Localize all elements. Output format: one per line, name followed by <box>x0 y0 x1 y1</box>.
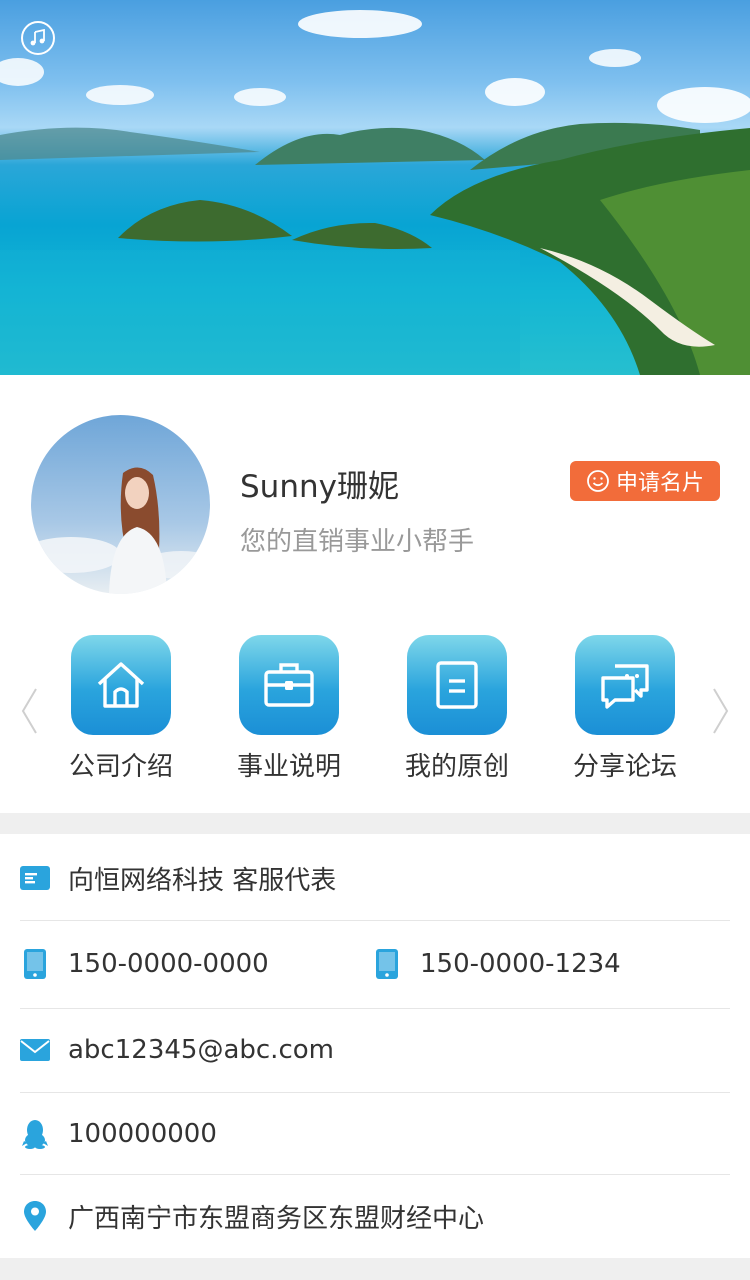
phone-icon <box>376 949 398 979</box>
apply-card-button[interactable]: 申请名片 <box>570 461 720 501</box>
menu-item-original[interactable]: 我的原创 <box>372 635 542 783</box>
menu-item-forum[interactable]: 分享论坛 <box>540 635 710 783</box>
divider <box>20 1008 730 1009</box>
music-toggle-button[interactable] <box>21 21 55 55</box>
email-text: abc12345@abc.com <box>68 1035 334 1065</box>
menu-label: 分享论坛 <box>572 752 677 782</box>
phone2-text: 150-0000-1234 <box>420 949 621 979</box>
menu-item-business[interactable]: 事业说明 <box>204 635 374 783</box>
menu-label: 事业说明 <box>236 752 341 782</box>
company-text: 向恒网络科技 客服代表 <box>68 865 337 896</box>
apply-card-label: 申请名片 <box>615 471 704 496</box>
home-icon <box>97 662 145 708</box>
divider <box>20 920 730 921</box>
phone-icon <box>24 949 46 979</box>
address-row[interactable]: 广西南宁市东盟商务区东盟财经中心 <box>20 1194 730 1238</box>
contact-section: 向恒网络科技 客服代表 150-0000-0000 150-0000-1234 … <box>0 834 750 1258</box>
qq-text: 100000000 <box>68 1119 217 1149</box>
briefcase-icon <box>264 663 314 707</box>
music-note-icon <box>30 29 45 46</box>
divider <box>20 1174 730 1175</box>
divider <box>20 1092 730 1093</box>
next-arrow-button[interactable] <box>712 687 730 739</box>
phone1-item[interactable]: 150-0000-0000 <box>20 949 372 979</box>
qq-row[interactable]: 100000000 <box>20 1112 730 1156</box>
document-icon <box>436 661 478 709</box>
id-card-icon <box>20 866 50 890</box>
hero-banner <box>0 0 750 375</box>
mail-icon <box>20 1039 50 1061</box>
email-row[interactable]: abc12345@abc.com <box>20 1028 730 1072</box>
location-pin-icon <box>24 1201 46 1231</box>
menu-item-company[interactable]: 公司介绍 <box>36 635 206 783</box>
profile-section: Sunny珊妮 您的直销事业小帮手 申请名片 公司介绍 事业说明 我的原创 分享… <box>0 375 750 813</box>
phone2-item[interactable]: 150-0000-1234 <box>372 949 621 979</box>
phone1-text: 150-0000-0000 <box>68 949 269 979</box>
address-text: 广西南宁市东盟商务区东盟财经中心 <box>68 1203 485 1234</box>
profile-subtitle: 您的直销事业小帮手 <box>240 527 475 557</box>
phone-row: 150-0000-0000 150-0000-1234 <box>20 942 730 986</box>
chevron-right-icon <box>713 688 729 734</box>
menu-label: 我的原创 <box>404 752 509 782</box>
company-row: 向恒网络科技 客服代表 <box>20 856 730 900</box>
menu-label: 公司介绍 <box>68 752 173 782</box>
beach-landscape-image <box>0 10 750 375</box>
avatar <box>31 415 210 594</box>
qq-penguin-icon <box>22 1120 48 1149</box>
profile-name: Sunny珊妮 <box>240 469 399 505</box>
chat-icon <box>601 664 649 709</box>
smile-icon <box>587 470 609 492</box>
